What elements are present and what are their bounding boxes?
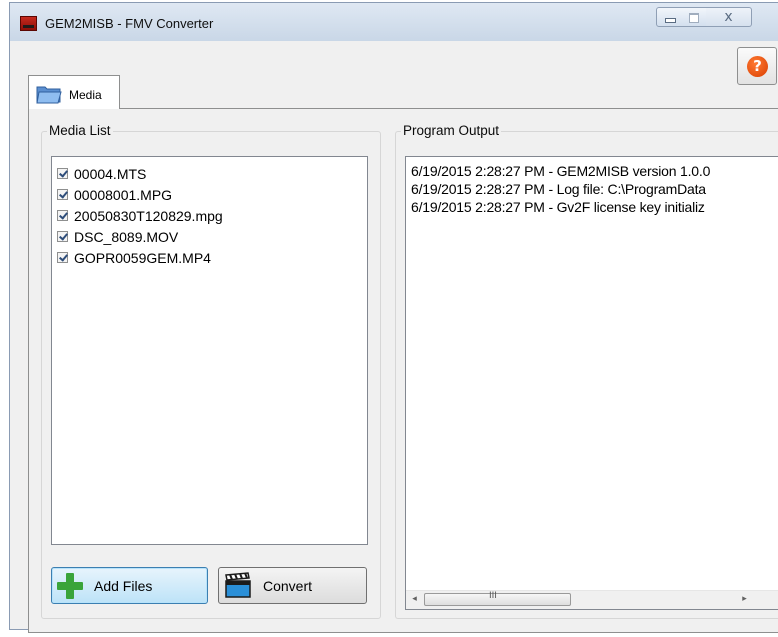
folder-icon xyxy=(36,86,62,104)
minimize-icon xyxy=(665,18,676,23)
media-file-name: 20050830T120829.mpg xyxy=(74,207,223,224)
program-output-label: Program Output xyxy=(401,123,502,138)
window-title: GEM2MISB - FMV Converter xyxy=(45,16,214,31)
close-icon: x xyxy=(724,9,733,25)
list-item[interactable]: DSC_8089.MOV xyxy=(57,226,367,247)
clapperboard-icon xyxy=(225,572,251,598)
scroll-right-icon[interactable]: ▸ xyxy=(736,591,753,608)
app-icon xyxy=(20,16,37,31)
window-client-area: ? Media Media List 00004.MTS 00008001.MP… xyxy=(10,41,778,633)
output-line: 6/19/2015 2:28:27 PM - Gv2F license key … xyxy=(411,199,705,215)
scrollbar-grip-icon: III xyxy=(489,591,497,601)
media-file-name: 00008001.MPG xyxy=(74,186,173,203)
media-checkbox[interactable] xyxy=(57,231,68,242)
minimize-button[interactable] xyxy=(656,7,682,27)
list-item[interactable]: GOPR0059GEM.MP4 xyxy=(57,247,367,268)
program-output-list[interactable]: 6/19/2015 2:28:27 PM - GEM2MISB version … xyxy=(405,156,778,610)
output-line: 6/19/2015 2:28:27 PM - Log file: C:\Prog… xyxy=(411,181,706,197)
media-checkbox[interactable] xyxy=(57,252,68,263)
media-file-name: GOPR0059GEM.MP4 xyxy=(74,249,211,266)
title-bar[interactable]: GEM2MISB - FMV Converter x xyxy=(10,3,778,41)
media-file-name: 00004.MTS xyxy=(74,165,147,182)
tab-media-label: Media xyxy=(69,88,102,102)
maximize-icon xyxy=(689,13,699,23)
output-line: 6/19/2015 2:28:27 PM - GEM2MISB version … xyxy=(411,163,711,179)
close-button[interactable]: x xyxy=(706,7,752,27)
scroll-left-icon[interactable]: ◂ xyxy=(406,591,423,608)
help-button[interactable]: ? xyxy=(737,47,777,85)
media-list[interactable]: 00004.MTS 00008001.MPG 20050830T120829.m… xyxy=(51,156,368,545)
horizontal-scrollbar[interactable]: ◂ III ▸ xyxy=(406,590,778,609)
tab-media[interactable]: Media xyxy=(28,75,120,109)
media-checkbox[interactable] xyxy=(57,168,68,179)
media-file-name: DSC_8089.MOV xyxy=(74,228,179,245)
media-tab-page: Media List 00004.MTS 00008001.MPG 200508… xyxy=(28,108,778,633)
add-files-label: Add Files xyxy=(94,578,153,594)
media-checkbox[interactable] xyxy=(57,210,68,221)
convert-label: Convert xyxy=(263,578,313,594)
list-item[interactable]: 00008001.MPG xyxy=(57,184,367,205)
main-window: GEM2MISB - FMV Converter x ? Media Media… xyxy=(9,2,778,633)
media-checkbox[interactable] xyxy=(57,189,68,200)
maximize-button[interactable] xyxy=(681,7,707,27)
scrollbar-thumb[interactable]: III xyxy=(424,591,571,606)
list-item[interactable]: 20050830T120829.mpg xyxy=(57,205,367,226)
convert-button[interactable]: Convert xyxy=(218,567,367,604)
help-icon: ? xyxy=(747,56,768,77)
list-item[interactable]: 00004.MTS xyxy=(57,163,367,184)
plus-icon xyxy=(57,573,83,599)
add-files-button[interactable]: Add Files xyxy=(51,567,208,604)
media-list-label: Media List xyxy=(47,123,113,138)
